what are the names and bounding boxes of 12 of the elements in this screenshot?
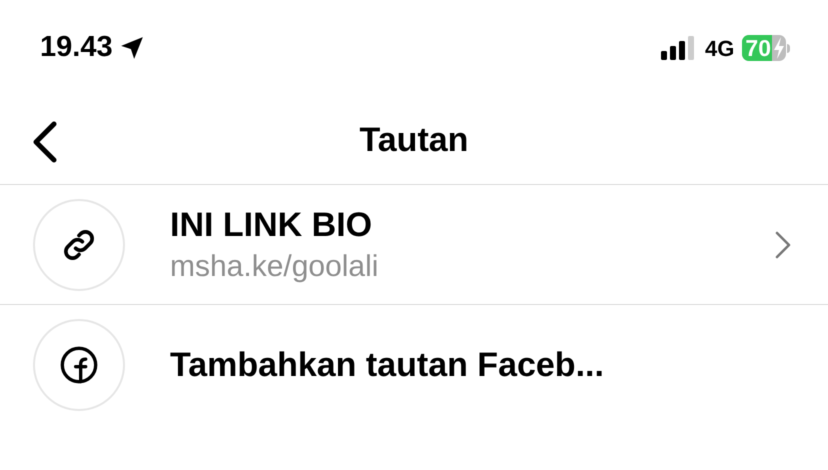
chevron-icon [774, 230, 792, 260]
status-time: 19.43 [40, 30, 113, 66]
battery-indicator: 70 [742, 35, 786, 61]
location-arrow-icon [118, 35, 145, 61]
link-row[interactable]: INI LINK BIO msha.ke/goolali [0, 184, 828, 304]
row-title: Tambahkan tautan Faceb... [170, 344, 605, 386]
link-row[interactable]: Tambahkan tautan Faceb... [0, 304, 828, 424]
page-title: Tautan [360, 120, 468, 160]
row-title: INI LINK BIO [170, 204, 374, 246]
facebook-icon [59, 344, 99, 384]
network-label: 4G [705, 34, 734, 62]
row-subtitle: msha.ke/goolali [170, 248, 380, 284]
